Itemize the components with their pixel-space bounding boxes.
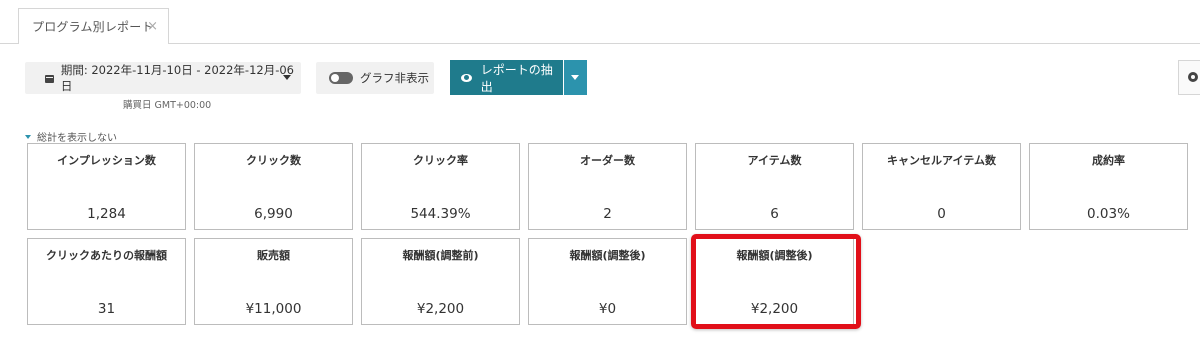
metric-value: 6,990 [254, 206, 293, 222]
period-selector[interactable]: 期間: 2022年-11月-10日 - 2022年-12月-06日 [25, 62, 301, 94]
timezone-note: 購買日 GMT+00:00 [123, 100, 212, 111]
metric-title: インプレッション数 [57, 154, 156, 167]
tab-bar: プログラム別レポート × [0, 0, 1200, 44]
metric-title: 成約率 [1092, 154, 1125, 167]
tab-divider [0, 43, 18, 44]
chevron-down-icon [283, 75, 291, 80]
metric-card-click-rate: クリック率 544.39% [361, 143, 520, 230]
period-label: 期間: 2022年-11月-10日 - 2022年-12月-06日 [60, 63, 294, 93]
metric-title: 報酬額(調整前) [402, 249, 479, 262]
metric-title: オーダー数 [580, 154, 635, 167]
caret-down-icon [25, 134, 31, 139]
metric-title: クリック率 [413, 154, 468, 167]
metric-value: ¥11,000 [245, 301, 302, 317]
metric-card-reward-before-adjustment: 報酬額(調整前) ¥2,200 [361, 238, 520, 325]
metric-title: 販売額 [257, 249, 290, 262]
extract-report-dropdown-button[interactable] [564, 60, 587, 95]
metric-card-conversion-rate: 成約率 0.03% [1029, 143, 1188, 230]
metric-card-reward-adjusted: 報酬額(調整後) ¥0 [528, 238, 687, 325]
metric-value: ¥2,200 [416, 301, 465, 317]
metric-card-impressions: インプレッション数 1,284 [27, 143, 186, 230]
calendar-icon [45, 74, 54, 83]
metric-value: 0 [937, 206, 946, 222]
settings-button[interactable] [1178, 60, 1200, 95]
metric-card-sales: 販売額 ¥11,000 [194, 238, 353, 325]
extract-report-label: レポートの抽出 [480, 62, 553, 94]
toggle-icon [329, 72, 353, 84]
extract-report-button[interactable]: レポートの抽出 [450, 60, 563, 95]
metric-card-reward-per-click: クリックあたりの報酬額 31 [27, 238, 186, 325]
metric-value: 2 [603, 206, 612, 222]
metric-value: ¥0 [598, 301, 617, 317]
metric-value: 544.39% [410, 206, 471, 222]
metric-card-items: アイテム数 6 [695, 143, 854, 230]
graph-toggle-button[interactable]: グラフ非表示 [316, 62, 434, 94]
metric-card-cancelled-items: キャンセルアイテム数 0 [862, 143, 1021, 230]
metric-card-orders: オーダー数 2 [528, 143, 687, 230]
metric-value: 1,284 [87, 206, 126, 222]
tab-divider [169, 43, 1200, 44]
metric-card-clicks: クリック数 6,990 [194, 143, 353, 230]
tab-program-report[interactable]: プログラム別レポート × [18, 8, 169, 44]
metric-title: クリック数 [246, 154, 301, 167]
summary-toggle[interactable]: 総計を表示しない [25, 129, 117, 144]
metric-title: キャンセルアイテム数 [887, 154, 996, 167]
gear-icon [1188, 72, 1198, 82]
metric-title: クリックあたりの報酬額 [46, 249, 167, 262]
highlight-box [691, 234, 861, 329]
metric-value: 31 [97, 301, 116, 317]
metric-value: 0.03% [1087, 206, 1130, 222]
eye-icon [461, 73, 472, 82]
graph-toggle-label: グラフ非表示 [360, 71, 429, 85]
close-icon[interactable]: × [147, 19, 158, 34]
summary-toggle-label: 総計を表示しない [37, 133, 117, 144]
metric-title: 報酬額(調整後) [569, 249, 646, 262]
metric-title: アイテム数 [747, 154, 802, 167]
metric-value: 6 [770, 206, 779, 222]
tab-label: プログラム別レポート [32, 20, 154, 34]
